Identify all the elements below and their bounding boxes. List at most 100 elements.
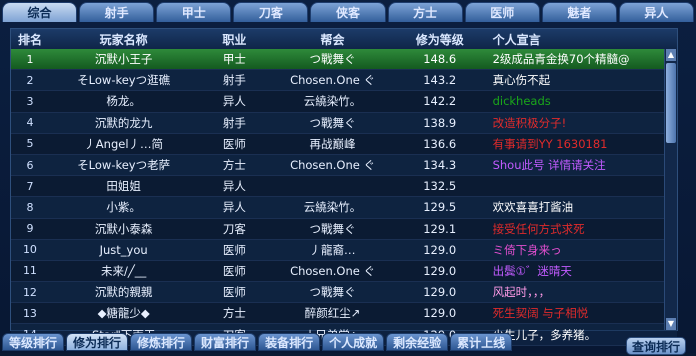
tab-ranking-3[interactable]: 财富排行 (194, 333, 257, 351)
tab-class-3[interactable]: 刀客 (233, 2, 309, 22)
header-motto: 个人宣言 (492, 32, 541, 47)
cell-level: 129.0 (423, 306, 457, 321)
table-row[interactable]: 10 Just_you 医师 丿龍裔… 129.0 ミ倚下身来っ (11, 239, 677, 261)
tab-ranking-2[interactable]: 修炼排行 (130, 333, 193, 351)
cell-job: 刀客 (222, 221, 246, 236)
cell-guild: つ戰舞ぐ (309, 221, 356, 236)
tab-class-6[interactable]: 医师 (464, 2, 540, 22)
cell-level: 138.9 (423, 115, 457, 130)
tab-class-8[interactable]: 异人 (618, 2, 694, 22)
cell-guild: 醉颜红尘↗ (304, 306, 361, 321)
cell-job: 异人 (222, 200, 246, 215)
header-guild: 帮会 (320, 32, 345, 47)
table-row[interactable]: 2 そLow-keyつ逛礁 射手 Chosen.One ぐ 143.2 真心伤不起 (11, 70, 677, 92)
tab-class-7[interactable]: 魅者 (541, 2, 617, 22)
cell-job: 射手 (222, 73, 246, 88)
cell-job: 医师 (222, 263, 246, 278)
cell-player-name: 田姐姐 (106, 179, 141, 194)
cell-rank: 13 (22, 306, 37, 320)
cell-job: 方士 (222, 158, 246, 173)
ranking-window: 综合 射手 甲士 刀客 侠客 方士 医师 魅者 异人 排名 玩家名称 职业 帮会 修为等级 个人… (0, 0, 696, 355)
cell-guild: 云繞染竹。 (303, 200, 362, 215)
cell-guild: 云繞染竹。 (303, 94, 362, 109)
cell-job: 射手 (222, 115, 246, 130)
cell-guild: つ戰舞ぐ (309, 115, 356, 130)
cell-player-name: 沉默的親親 (94, 285, 153, 300)
cell-level: 142.2 (423, 94, 457, 109)
cell-rank: 3 (26, 94, 34, 108)
table-row[interactable]: 11 未来/╱__ 医师 Chosen.One ぐ 129.0 出鬓①゛迷晴天 (11, 261, 677, 283)
table-row[interactable]: 1 沉默小王子 甲士 つ戰舞ぐ 148.6 2级成品青金换70个精髓@ (11, 49, 677, 71)
cell-rank: 10 (22, 243, 37, 257)
tab-class-2[interactable]: 甲士 (156, 2, 232, 22)
cell-level: 136.6 (423, 136, 457, 151)
table-row[interactable]: 6 そLow-keyつ老萨 方士 Chosen.One ぐ 134.3 Shou此号 详情… (11, 154, 677, 177)
tab-ranking-1[interactable]: 修为排行 (66, 333, 129, 351)
header-level: 修为等级 (415, 32, 464, 47)
cell-level: 129.5 (423, 200, 457, 215)
tab-ranking-7[interactable]: 累计上线 (450, 333, 513, 351)
table-row[interactable]: 7 田姐姐 异人 132.5 (11, 176, 677, 198)
cell-rank: 2 (26, 73, 34, 87)
class-tabs: 综合 射手 甲士 刀客 侠客 方士 医师 魅者 异人 (2, 2, 694, 24)
cell-rank: 6 (26, 158, 34, 172)
ranking-table: 排名 玩家名称 职业 帮会 修为等级 个人宣言 1 沉默小王子 甲士 つ戰舞ぐ 148.… (10, 28, 678, 346)
cell-level: 129.0 (423, 285, 457, 300)
table-row[interactable]: 12 沉默的親親 医师 つ戰舞ぐ 129.0 风起时，，， (11, 282, 677, 304)
cell-guild: つ戰舞ぐ (309, 52, 356, 67)
cell-motto: 欢欢喜喜打酱油 (492, 200, 574, 215)
header-name: 玩家名称 (99, 32, 148, 47)
cell-player-name: そLow-keyつ逛礁 (77, 73, 171, 88)
cell-rank: 9 (26, 222, 34, 236)
cell-player-name: Just_you (99, 242, 148, 257)
cell-rank: 8 (26, 200, 34, 214)
cell-job: 医师 (222, 285, 246, 300)
table-row[interactable]: 13 ◆糖龍少◆ 方士 醉颜红尘↗ 129.0 死生契阔 与子相悦 (11, 303, 677, 325)
tab-class-4[interactable]: 侠客 (310, 2, 386, 22)
scroll-down-button[interactable]: ▼ (666, 318, 676, 330)
cell-player-name: 小紫。 (106, 200, 141, 215)
cell-motto: 接受任何方式求死 (492, 221, 585, 236)
tab-ranking-4[interactable]: 装备排行 (258, 333, 321, 351)
cell-level: 134.3 (423, 158, 457, 173)
tab-ranking-6[interactable]: 剩余经验 (386, 333, 449, 351)
table-row[interactable]: 5 丿Angel丿…简 医师 再战巅峰 136.6 有事请到YY 1630181 (11, 134, 677, 155)
cell-job: 甲士 (222, 52, 246, 67)
tab-class-5[interactable]: 方士 (387, 2, 463, 22)
cell-level: 129.1 (423, 221, 457, 236)
cell-motto: 有事请到YY 1630181 (492, 136, 608, 151)
cell-job: 异人 (222, 179, 246, 194)
cell-level: 129.0 (423, 263, 457, 278)
header-job: 职业 (222, 32, 247, 47)
tab-class-0[interactable]: 综合 (2, 2, 78, 22)
scroll-up-button[interactable]: ▲ (666, 49, 676, 61)
cell-player-name: 沉默的龙九 (94, 115, 153, 130)
ranking-type-tabs: 等级排行 修为排行 修炼排行 财富排行 装备排行 个人成就 剩余经验 累计上线 (2, 333, 694, 352)
table-header: 排名 玩家名称 职业 帮会 修为等级 个人宣言 (11, 29, 677, 49)
cell-job: 医师 (222, 242, 246, 257)
cell-guild: 再战巅峰 (309, 136, 356, 151)
table-row[interactable]: 4 沉默的龙九 射手 つ戰舞ぐ 138.9 改造积极分子! (11, 112, 677, 134)
cell-motto: Shou此号 详情请关注 (492, 158, 606, 173)
tab-class-1[interactable]: 射手 (79, 2, 155, 22)
header-rank: 排名 (17, 32, 42, 47)
tab-ranking-0[interactable]: 等级排行 (2, 333, 65, 351)
table-row[interactable]: 8 小紫。 异人 云繞染竹。 129.5 欢欢喜喜打酱油 (11, 197, 677, 219)
cell-motto: ミ倚下身来っ (492, 242, 562, 257)
cell-level: 143.2 (423, 73, 457, 88)
table-row[interactable]: 3 杨龙。 异人 云繞染竹。 142.2 dickheads (11, 91, 677, 113)
cell-motto: 风起时，，， (492, 285, 551, 300)
query-ranking-button[interactable]: 查询排行 (626, 337, 686, 355)
tab-ranking-5[interactable]: 个人成就 (322, 333, 385, 351)
vertical-scrollbar[interactable]: ▲ ▼ (664, 49, 677, 330)
cell-motto: 出鬓①゛迷晴天 (492, 263, 572, 278)
cell-player-name: 杨龙。 (106, 94, 141, 109)
cell-motto: 真心伤不起 (492, 73, 551, 88)
table-row[interactable]: 9 沉默小泰森 刀客 つ戰舞ぐ 129.1 接受任何方式求死 (11, 219, 677, 240)
cell-motto: 改造积极分子! (492, 115, 567, 130)
cell-rank: 11 (22, 264, 37, 278)
cell-rank: 7 (26, 179, 34, 193)
cell-guild: Chosen.One ぐ (290, 263, 375, 278)
cell-player-name: そLow-keyつ老萨 (77, 158, 171, 173)
scroll-thumb[interactable] (666, 63, 676, 143)
